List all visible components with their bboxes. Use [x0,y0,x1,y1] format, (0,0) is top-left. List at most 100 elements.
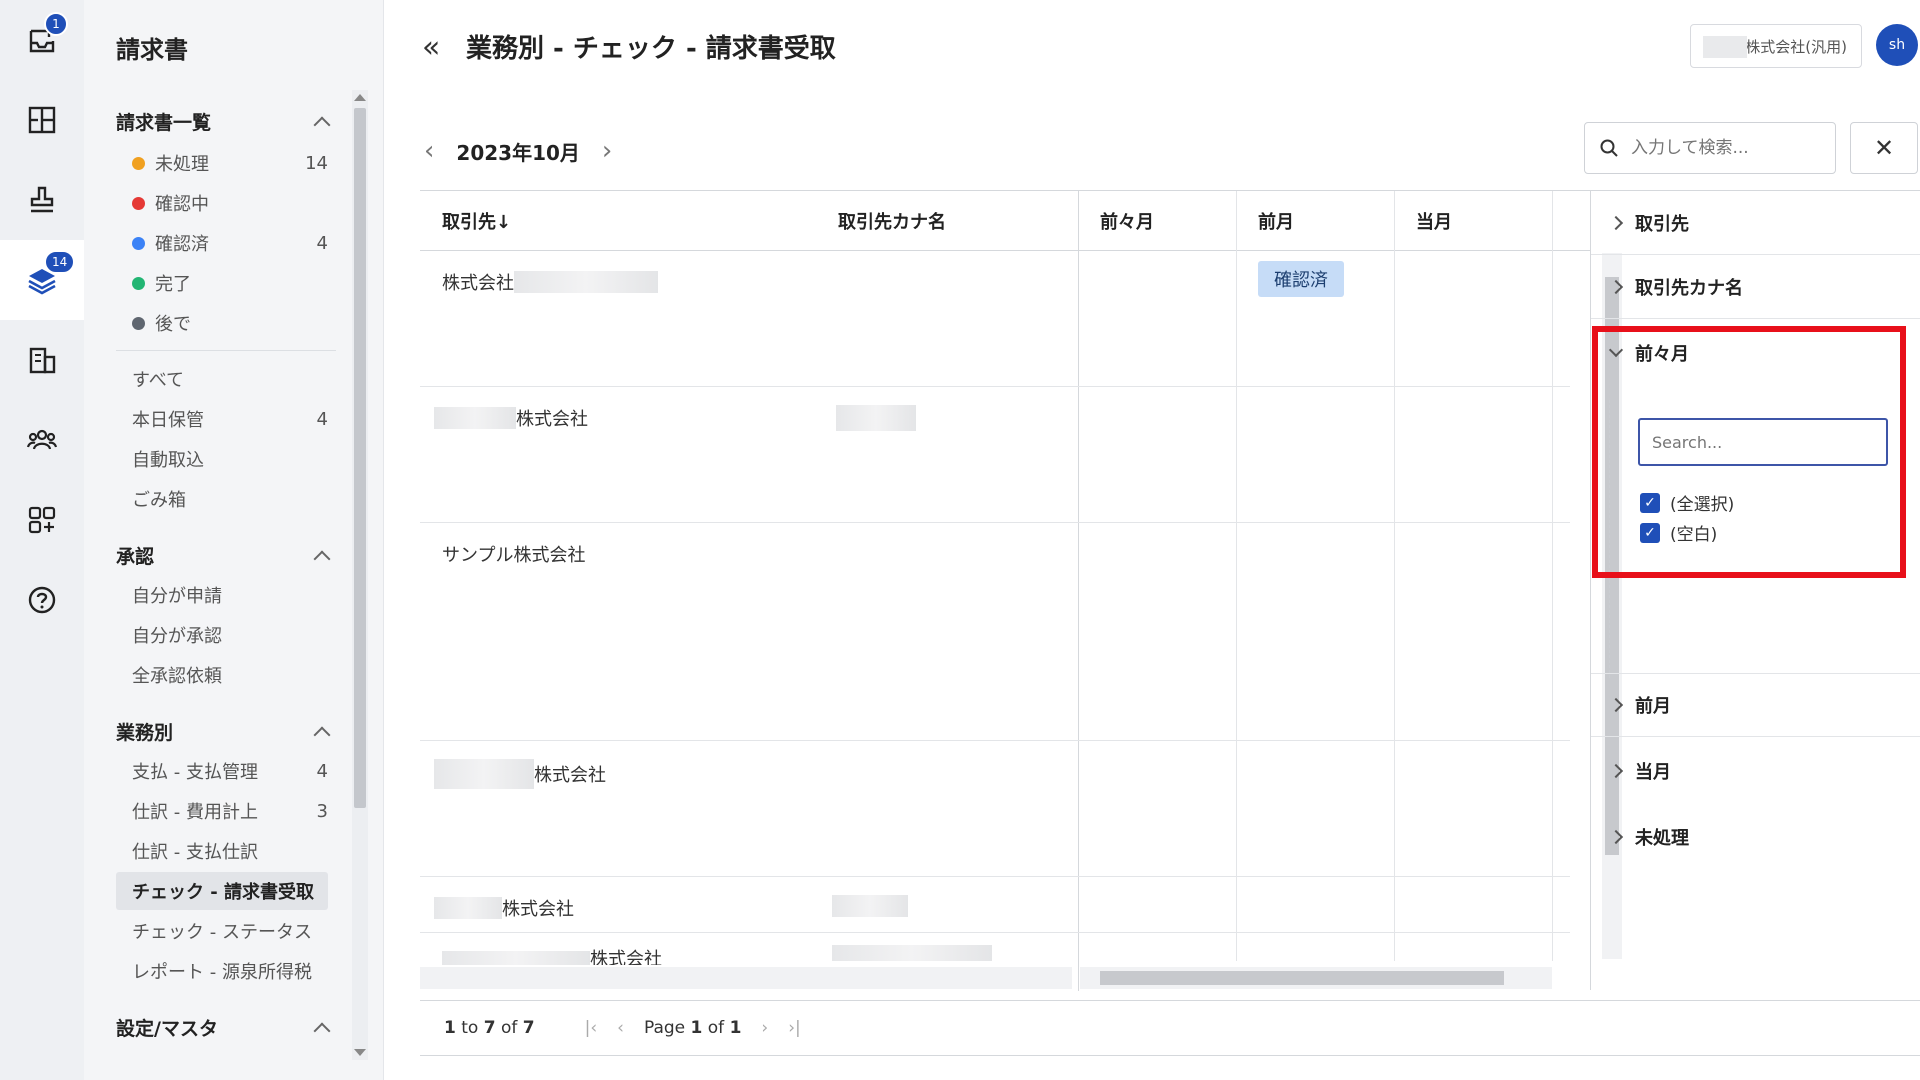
filter-item-kana[interactable]: 取引先カナ名 [1591,255,1920,319]
company-nav[interactable] [0,320,84,400]
vendor-cell: 株式会社 [442,269,658,295]
filter-option-select-all[interactable]: ✓ (全選択) [1640,490,1734,515]
sidebar-item-later[interactable]: 後で [116,304,328,342]
table-row[interactable]: 株式会社 確認済 [420,251,1570,387]
company-selector[interactable]: 株式会社(汎用) [1690,24,1862,68]
chevron-up-icon[interactable] [313,726,331,743]
column-header-this-month[interactable]: 当月 [1394,191,1552,251]
dashboard-nav[interactable] [0,80,84,160]
chevron-up-icon[interactable] [313,1022,331,1039]
redacted-text [514,271,658,293]
sidebar-item-my-requests[interactable]: 自分が申請 [116,576,328,614]
users-nav[interactable] [0,400,84,480]
double-chevron-left-icon[interactable]: « [422,30,440,65]
table-row[interactable]: 株式会社 [420,387,1570,523]
users-icon [26,429,58,450]
sidebar-scroll-thumb[interactable] [354,108,366,808]
chevron-right-icon [1608,697,1624,713]
scroll-up-icon[interactable] [354,94,366,101]
sidebar-item-label: レポート - 源泉所得税 [132,962,312,983]
sidebar-item-unprocessed[interactable]: 未処理 14 [116,144,328,182]
avatar[interactable]: sh [1876,24,1918,66]
chevron-right-icon [1608,763,1624,779]
filter-search-input[interactable] [1652,432,1872,452]
sidebar-item-count: 4 [316,232,328,254]
inbox-nav[interactable]: 1 [0,0,84,80]
close-icon[interactable]: ✕ [1850,122,1918,174]
chevron-up-icon[interactable] [313,550,331,567]
filter-item-last-month[interactable]: 前月 [1591,673,1920,737]
checkbox-checked-icon[interactable]: ✓ [1640,492,1660,513]
prev-page-icon[interactable]: ‹ [617,1018,624,1038]
sidebar-item-all[interactable]: すべて [116,360,328,398]
vendor-cell: サンプル株式会社 [442,541,585,567]
sidebar-item-report-tax[interactable]: レポート - 源泉所得税 [116,952,328,990]
filter-option-blank[interactable]: ✓ (空白) [1640,520,1717,545]
redacted-text [434,759,534,789]
table-row[interactable]: 株式会社 [420,741,1570,877]
column-header-two-months-ago[interactable]: 前々月 [1078,191,1236,251]
vendor-cell: 株式会社 [434,405,588,431]
search-box[interactable] [1584,122,1836,174]
column-header-kana[interactable]: 取引先カナ名 [816,191,1078,251]
filter-item-this-month[interactable]: 当月 [1591,739,1920,803]
filter-item-unprocessed[interactable]: 未処理 [1591,805,1920,869]
grid-horizontal-scrollbar-left[interactable] [420,967,1072,989]
chevron-left-icon[interactable]: ‹ [424,136,434,166]
column-header-last-month[interactable]: 前月 [1236,191,1394,251]
table-row[interactable]: 株式会社 [420,877,1570,933]
filter-item-label: 前月 [1635,696,1671,717]
sidebar-item-my-approvals[interactable]: 自分が承認 [116,616,328,654]
chevron-right-icon[interactable]: › [602,136,612,166]
sidebar-item-reviewed[interactable]: 確認済 4 [116,224,328,262]
table-row[interactable]: 株式会社 [420,933,1570,965]
sidebar-item-auto-import[interactable]: 自動取込 [116,440,328,478]
sidebar-item-label: 未処理 [155,154,209,175]
section-business[interactable]: 業務別 [116,718,331,745]
filter-item-label: 当月 [1635,762,1671,783]
scroll-down-icon[interactable] [354,1049,366,1056]
grid-header: 取引先↓ 取引先カナ名 前々月 前月 当月 [420,191,1590,251]
sidebar-item-check-receipt[interactable]: チェック - 請求書受取 [116,872,328,910]
filter-item-vendor[interactable]: 取引先 [1591,191,1920,255]
grid-hscroll-thumb[interactable] [1100,971,1504,985]
redacted-text [434,897,502,919]
next-page-icon[interactable]: › [761,1018,768,1038]
section-settings[interactable]: 設定/マスタ [116,1014,331,1041]
inbox-badge: 1 [44,12,68,36]
chevron-up-icon[interactable] [313,116,331,133]
sidebar-item-expense[interactable]: 仕訳 - 費用計上 3 [116,792,328,830]
sidebar-item-payment-journal[interactable]: 仕訳 - 支払仕訳 [116,832,328,870]
redacted-text [836,405,916,431]
sidebar-item-payment[interactable]: 支払 - 支払管理 4 [116,752,328,790]
first-page-icon[interactable]: |‹ [585,1018,598,1038]
column-header-vendor[interactable]: 取引先↓ [420,191,816,251]
sidebar-item-stored-today[interactable]: 本日保管 4 [116,400,328,438]
sidebar-item-label: チェック - ステータス [132,922,312,943]
filter-item-label: 前々月 [1635,344,1689,365]
sidebar-item-label: 自分が承認 [132,626,222,647]
stamp-nav[interactable] [0,160,84,240]
search-input[interactable] [1631,138,1821,158]
kana-cell [832,945,992,961]
sidebar-item-reviewing[interactable]: 確認中 [116,184,328,222]
invoices-nav[interactable]: 14 [0,240,84,320]
filter-search-box[interactable] [1638,418,1888,466]
help-nav[interactable] [0,560,84,640]
page-indicator: Page 1 of 1 [643,1018,742,1038]
sidebar-scrollbar[interactable] [352,90,368,1060]
sidebar-item-all-approvals[interactable]: 全承認依頼 [116,656,328,694]
sidebar-item-label: 自動取込 [132,450,204,471]
section-invoice-list[interactable]: 請求書一覧 [116,108,331,135]
apps-nav[interactable] [0,480,84,560]
sidebar-item-trash[interactable]: ごみ箱 [116,480,328,518]
table-row[interactable]: サンプル株式会社 [420,523,1570,741]
sidebar-item-check-status[interactable]: チェック - ステータス [116,912,328,950]
sidebar-item-done[interactable]: 完了 [116,264,328,302]
filter-item-two-months-ago[interactable]: 前々月 [1591,321,1920,385]
section-approval[interactable]: 承認 [116,542,331,569]
checkbox-checked-icon[interactable]: ✓ [1640,522,1660,543]
last-page-icon[interactable]: ›| [788,1018,801,1038]
grid-horizontal-scrollbar-right[interactable] [1080,967,1552,989]
current-month: 2023年10月 [456,140,580,165]
